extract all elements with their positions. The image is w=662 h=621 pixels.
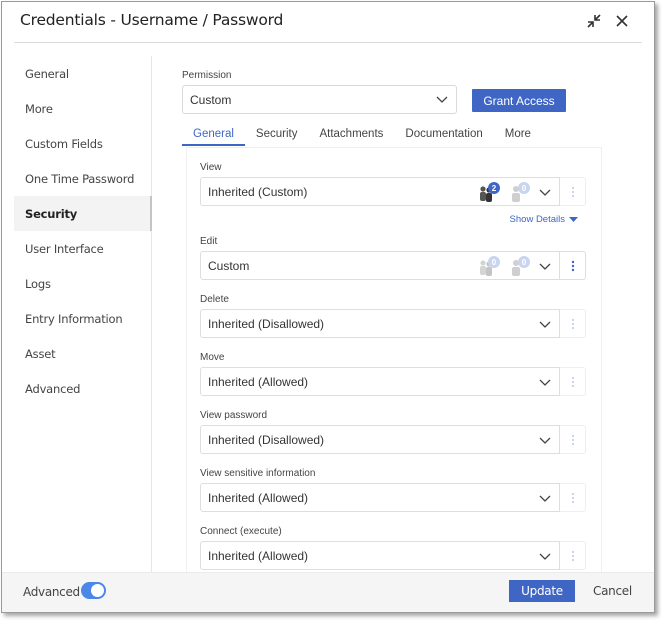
sidebar-item-more[interactable]: More: [14, 91, 151, 126]
field-label: Delete: [200, 294, 229, 305]
view-more-button[interactable]: [560, 177, 586, 206]
close-button[interactable]: [611, 10, 633, 32]
update-button[interactable]: Update: [509, 580, 575, 602]
sidebar-item-user-interface[interactable]: User Interface: [14, 231, 151, 266]
delete-more-button[interactable]: [560, 309, 586, 338]
sidebar-item-asset[interactable]: Asset: [14, 336, 151, 371]
edit-more-button[interactable]: [560, 251, 586, 280]
sidebar-item-entry-information[interactable]: Entry Information: [14, 301, 151, 336]
delete-permission-select[interactable]: Inherited (Disallowed): [200, 309, 560, 338]
grant-access-button[interactable]: Grant Access: [472, 89, 566, 112]
kebab-menu-icon: [571, 260, 574, 271]
chevron-down-icon: [436, 96, 448, 103]
permission-value: Custom: [190, 92, 232, 107]
roles-count: 0: [518, 182, 530, 194]
advanced-label: Advanced: [23, 585, 80, 599]
show-details-label: Show Details: [509, 214, 565, 225]
move-more-button[interactable]: [560, 367, 586, 396]
view-permission-select[interactable]: Inherited (Custom) 2 0: [200, 177, 560, 206]
sidebar-item-advanced[interactable]: Advanced: [14, 371, 151, 406]
close-icon: [616, 15, 628, 27]
field-label: View: [200, 162, 222, 173]
view-sensitive-info-more-button[interactable]: [560, 483, 586, 512]
field-label: View password: [200, 410, 268, 421]
kebab-menu-icon: [571, 376, 574, 387]
chevron-down-icon: [539, 379, 551, 386]
chevron-down-icon: [539, 495, 551, 502]
users-count: 2: [488, 182, 500, 194]
roles-count: 0: [518, 256, 530, 268]
field-label: Edit: [200, 236, 218, 247]
field-label: View sensitive information: [200, 468, 316, 479]
sidebar-item-security[interactable]: Security: [14, 196, 152, 231]
roles-badge[interactable]: 0: [509, 256, 531, 276]
users-badge[interactable]: 0: [479, 256, 501, 276]
dialog-footer: Advanced Update Cancel: [2, 572, 654, 612]
cancel-button[interactable]: Cancel: [593, 584, 632, 598]
connect-permission-select[interactable]: Inherited (Allowed): [200, 541, 560, 570]
chevron-down-icon: [539, 553, 551, 560]
dialog-title: Credentials - Username / Password: [20, 11, 284, 29]
sidebar-item-one-time-password[interactable]: One Time Password: [14, 161, 151, 196]
connect-more-button[interactable]: [560, 541, 586, 570]
collapse-button[interactable]: [583, 10, 605, 32]
tab-more[interactable]: More: [494, 126, 542, 146]
chevron-down-icon: [539, 189, 551, 196]
kebab-menu-icon: [571, 492, 574, 503]
kebab-menu-icon: [571, 550, 574, 561]
field-value: Custom: [208, 258, 250, 273]
view-sensitive-info-permission-select[interactable]: Inherited (Allowed): [200, 483, 560, 512]
security-tabs: General Security Attachments Documentati…: [182, 126, 542, 146]
kebab-menu-icon: [571, 186, 574, 197]
field-value: Inherited (Custom): [208, 184, 308, 199]
sidebar-item-general[interactable]: General: [14, 56, 151, 91]
collapse-arrows-icon: [587, 14, 601, 28]
view-password-more-button[interactable]: [560, 425, 586, 454]
move-permission-select[interactable]: Inherited (Allowed): [200, 367, 560, 396]
title-divider: [14, 42, 642, 43]
tab-general[interactable]: General: [182, 126, 245, 146]
sidebar-nav: General More Custom Fields One Time Pass…: [14, 56, 152, 574]
field-value: Inherited (Allowed): [208, 374, 309, 389]
field-value: Inherited (Disallowed): [208, 432, 325, 447]
advanced-toggle[interactable]: [81, 582, 106, 599]
security-content: Permission Custom Grant Access General S…: [153, 44, 654, 574]
view-password-permission-select[interactable]: Inherited (Disallowed): [200, 425, 560, 454]
toggle-knob: [91, 584, 104, 597]
tab-security[interactable]: Security: [245, 126, 309, 146]
chevron-down-icon: [539, 437, 551, 444]
users-badge[interactable]: 2: [479, 182, 501, 202]
permission-label: Permission: [182, 70, 232, 81]
tab-attachments[interactable]: Attachments: [308, 126, 394, 146]
kebab-menu-icon: [571, 434, 574, 445]
users-count: 0: [488, 256, 500, 268]
credentials-dialog: Credentials - Username / Password Genera…: [1, 1, 655, 613]
title-bar: Credentials - Username / Password: [2, 2, 654, 44]
tab-documentation[interactable]: Documentation: [394, 126, 493, 146]
caret-down-icon: [569, 216, 578, 222]
roles-badge[interactable]: 0: [509, 182, 531, 202]
edit-permission-select[interactable]: Custom 0 0: [200, 251, 560, 280]
permission-select[interactable]: Custom: [182, 85, 457, 114]
field-label: Move: [200, 352, 225, 363]
chevron-down-icon: [539, 321, 551, 328]
field-value: Inherited (Allowed): [208, 548, 309, 563]
kebab-menu-icon: [571, 318, 574, 329]
sidebar-item-logs[interactable]: Logs: [14, 266, 151, 301]
sidebar-item-custom-fields[interactable]: Custom Fields: [14, 126, 151, 161]
show-details-link[interactable]: Show Details: [510, 214, 578, 225]
chevron-down-icon: [539, 263, 551, 270]
permissions-panel: View Inherited (Custom) 2 0 Show Details…: [186, 147, 602, 574]
field-label: Connect (execute): [200, 526, 282, 537]
field-value: Inherited (Disallowed): [208, 316, 325, 331]
field-value: Inherited (Allowed): [208, 490, 309, 505]
